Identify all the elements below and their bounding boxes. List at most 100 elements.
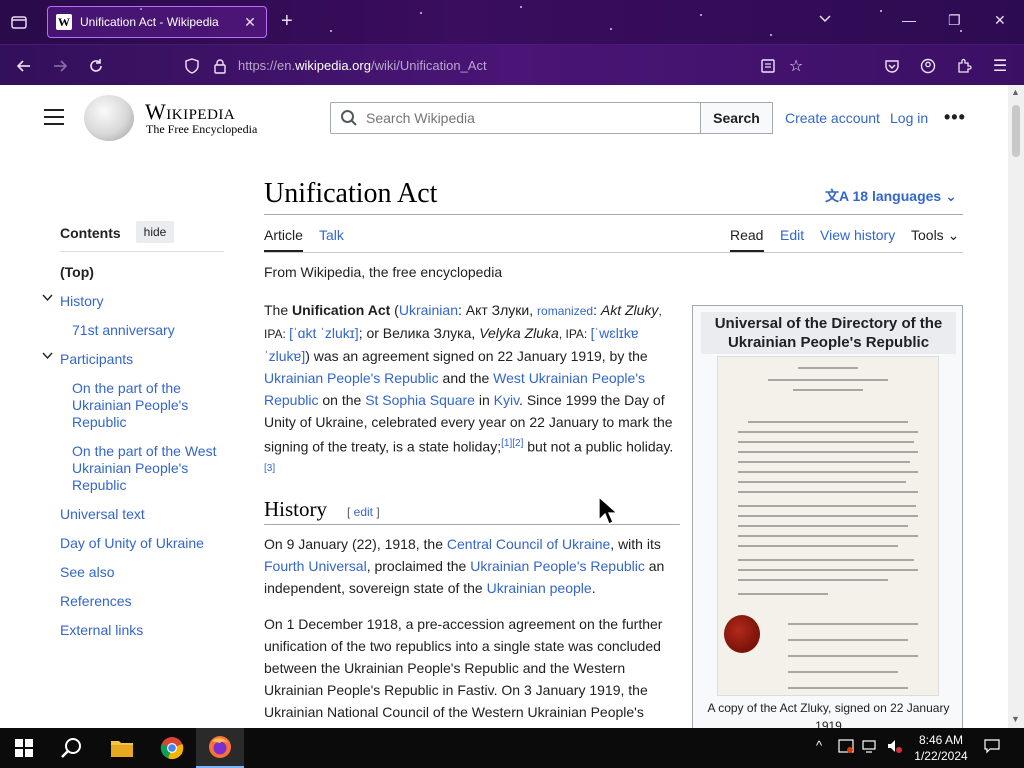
link-ipa-1[interactable]: [ˈɑkt ˈzlukɪ] [289, 325, 359, 341]
toc-item-references[interactable]: References [60, 593, 132, 610]
link-fourth-universal[interactable]: Fourth Universal [264, 558, 367, 574]
restore-window-icon[interactable]: ❐ [948, 12, 961, 29]
toc-hide-button[interactable]: hide [136, 221, 174, 243]
logo-tagline: The Free Encyclopedia [146, 122, 258, 136]
account-icon[interactable] [918, 56, 938, 76]
app-menu-icon[interactable]: ☰ [990, 56, 1010, 76]
history-edit-link[interactable]: edit [354, 505, 373, 519]
chevron-down-icon: ⌄ [945, 188, 957, 204]
tab-view-history[interactable]: View history [820, 227, 895, 243]
toc-item-participants[interactable]: Participants [60, 351, 133, 368]
toc-item-top[interactable]: (Top) [60, 264, 94, 281]
link-central-council[interactable]: Central Council of Ukraine [447, 536, 610, 552]
network-icon[interactable] [862, 738, 878, 757]
infobox-title: Universal of the Directory of the Ukrain… [701, 312, 956, 354]
firefox-icon[interactable] [196, 728, 244, 768]
scrollbar-thumb[interactable] [1012, 105, 1020, 157]
tools-label: Tools [911, 227, 944, 243]
toc-item-unr-part[interactable]: On the part of the Ukrainian People's Re… [72, 380, 212, 431]
wax-seal [724, 615, 760, 653]
site-sub: From Wikipedia, the free encyclopedia [264, 264, 503, 280]
search-button[interactable]: Search [700, 102, 773, 134]
tools-menu[interactable]: Tools ⌄ [911, 227, 959, 244]
toc-item-see-also[interactable]: See also [60, 564, 114, 581]
toc-item-universal-text[interactable]: Universal text [60, 506, 145, 523]
languages-button[interactable]: 文A 18 languages ⌄ [825, 186, 957, 206]
ref-3[interactable]: [3] [264, 463, 275, 474]
ref-1-2[interactable]: [1][2] [501, 438, 523, 449]
wikipedia-globe-logo-icon[interactable] [84, 95, 134, 141]
url-bar[interactable]: https://en.wikipedia.org/wiki/Unificatio… [238, 58, 487, 73]
link-ukrainian-people[interactable]: Ukrainian people [487, 580, 592, 596]
new-tab-icon[interactable]: + [281, 11, 293, 31]
extensions-icon[interactable] [954, 56, 974, 76]
scroll-down-arrow-icon[interactable]: ▼ [1011, 714, 1020, 724]
close-window-icon[interactable]: ✕ [994, 12, 1006, 29]
history-paragraph-1: On 9 January (22), 1918, the Central Cou… [264, 536, 665, 596]
windows-taskbar: ^ 8:46 AM 1/22/2024 [0, 728, 1024, 768]
infobox: Universal of the Directory of the Ukrain… [692, 305, 963, 728]
tracking-shield-icon[interactable] [182, 56, 202, 76]
main-menu-icon[interactable] [44, 109, 64, 125]
page-scrollbar[interactable]: ▲ ▼ [1008, 85, 1024, 728]
toc-participants-chevron-icon[interactable] [42, 352, 53, 363]
system-clock[interactable]: 8:46 AM 1/22/2024 [906, 732, 976, 764]
language-icon: 文A [825, 188, 849, 204]
minimize-window-icon[interactable]: — [902, 12, 916, 28]
wikipedia-page: Wikipedia The Free Encyclopedia Search C… [0, 85, 1008, 728]
search-input[interactable] [366, 110, 686, 126]
file-explorer-icon[interactable] [98, 728, 146, 768]
mouse-cursor-icon [598, 496, 618, 525]
close-tab-icon[interactable]: ✕ [242, 14, 258, 31]
search-icon [340, 109, 358, 127]
forward-icon[interactable] [50, 56, 70, 76]
infobox-document-image[interactable] [717, 356, 939, 696]
tab-talk[interactable]: Talk [319, 227, 344, 243]
url-host: wikipedia.org [295, 58, 371, 73]
pocket-icon[interactable] [882, 56, 902, 76]
tools-chevron-icon: ⌄ [947, 227, 960, 243]
reader-view-icon[interactable] [758, 56, 778, 76]
notifications-icon[interactable] [984, 738, 1000, 757]
tab-read[interactable]: Read [730, 227, 763, 243]
more-options-icon[interactable]: ••• [944, 107, 966, 128]
scroll-up-arrow-icon[interactable]: ▲ [1011, 87, 1020, 97]
tab-list-icon[interactable] [10, 13, 28, 31]
clock-date: 1/22/2024 [914, 749, 968, 763]
languages-label: 18 languages [852, 188, 942, 204]
search-box[interactable] [330, 102, 701, 134]
toc-item-history[interactable]: History [60, 293, 104, 310]
link-unr-2[interactable]: Ukrainian People's Republic [470, 558, 645, 574]
link-ukrainian[interactable]: Ukrainian [399, 302, 458, 318]
toc-item-71st-anniversary[interactable]: 71st anniversary [72, 322, 175, 339]
link-romanized[interactable]: romanized [537, 304, 593, 318]
chrome-icon[interactable] [148, 728, 196, 768]
back-icon[interactable] [14, 56, 34, 76]
link-st-sophia[interactable]: St Sophia Square [365, 392, 475, 408]
lock-icon[interactable] [210, 56, 230, 76]
intro-paragraph: The Unification Act (Ukrainian: Акт Злук… [264, 302, 674, 474]
toc-item-external-links[interactable]: External links [60, 622, 143, 639]
url-path: /wiki/Unification_Act [370, 58, 487, 73]
reload-icon[interactable] [86, 56, 106, 76]
list-all-tabs-icon[interactable] [818, 12, 832, 29]
bookmark-star-icon[interactable]: ☆ [786, 56, 806, 76]
link-unr[interactable]: Ukrainian People's Republic [264, 370, 439, 386]
toc-item-day-of-unity[interactable]: Day of Unity of Ukraine [60, 535, 204, 552]
tray-overflow-icon[interactable]: ^ [816, 738, 822, 753]
tab-edit[interactable]: Edit [780, 227, 804, 243]
browser-nav-bar: https://en.wikipedia.org/wiki/Unificatio… [0, 44, 1024, 85]
tab-article[interactable]: Article [264, 227, 303, 243]
log-in-link[interactable]: Log in [890, 110, 928, 126]
link-kyiv[interactable]: Kyiv [494, 392, 519, 408]
infobox-caption: A copy of the Act Zluky, signed on 22 Ja… [707, 701, 950, 728]
toc-divider [60, 251, 224, 252]
start-windows-icon[interactable] [0, 728, 48, 768]
taskbar-search-icon[interactable] [48, 728, 96, 768]
toc-history-chevron-icon[interactable] [42, 294, 53, 305]
tray-security-icon[interactable] [838, 738, 854, 757]
toc-item-wunr-part[interactable]: On the part of the West Ukrainian People… [72, 443, 224, 494]
create-account-link[interactable]: Create account [785, 110, 880, 126]
browser-tab-active[interactable]: W Unification Act - Wikipedia ✕ [47, 6, 267, 38]
volume-muted-icon[interactable] [886, 738, 902, 757]
